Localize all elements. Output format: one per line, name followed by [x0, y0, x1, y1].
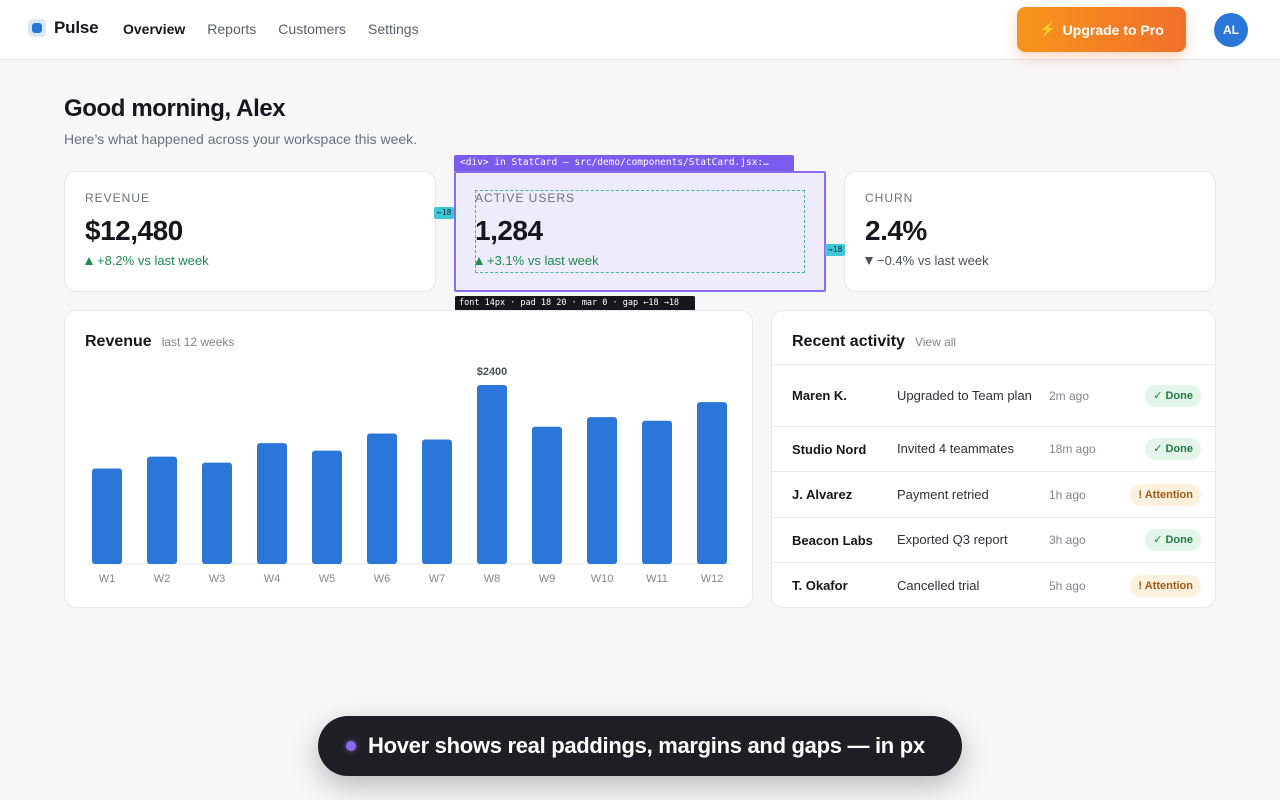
bar-data-label: $2400 [477, 366, 508, 378]
chart-bar-w9[interactable] [532, 426, 562, 564]
inspector-gap-right: →18 [825, 244, 846, 256]
x-tick-label: W11 [646, 573, 668, 585]
activity-name: Beacon Labs [792, 532, 873, 548]
stat-card-churn[interactable]: CHURN 2.4% −0.4% vs last week [844, 171, 1216, 292]
chart-bar-w3[interactable] [202, 462, 232, 564]
chart-bar-w10[interactable] [587, 417, 617, 564]
x-tick-label: W2 [154, 573, 171, 585]
chart-bar-w7[interactable] [422, 439, 452, 564]
upgrade-to-pro-button[interactable]: ⚡ Upgrade to Pro [1017, 7, 1186, 52]
chart-bar-w2[interactable] [147, 456, 177, 564]
inspector-element-tag: <div> in StatCard — src/demo/components/… [454, 155, 794, 171]
activity-name: T. Okafor [792, 578, 848, 593]
activity-name: Studio Nord [792, 441, 867, 457]
chart-bar-w4[interactable] [257, 443, 287, 564]
user-avatar[interactable]: AL [1214, 13, 1248, 47]
chart-bar-w5[interactable] [312, 450, 342, 564]
x-tick-label: W1 [99, 573, 116, 585]
activity-time: 18m ago [1049, 442, 1096, 456]
recent-activity-panel: Recent activity View all Maren K. Upgrad… [771, 310, 1216, 608]
activity-time: 5h ago [1049, 578, 1086, 593]
main-nav: Overview Reports Customers Settings [123, 21, 419, 37]
stat-delta-text: +8.2% vs last week [97, 253, 209, 268]
page-subtitle: Here’s what happened across your workspa… [64, 131, 418, 147]
x-tick-label: W10 [591, 573, 614, 585]
stat-delta: +3.1% vs last week [475, 253, 805, 268]
activity-title: Recent activity [792, 333, 905, 350]
inspector-gap-left: ←18 [434, 207, 455, 219]
x-tick-label: W6 [374, 573, 391, 585]
status-badge: ✓ Done [1145, 438, 1201, 460]
activity-name: J. Alvarez [792, 487, 853, 502]
chart-bar-w1[interactable] [92, 468, 122, 564]
activity-description: Cancelled trial [897, 577, 980, 593]
status-badge: ! Attention [1130, 574, 1201, 597]
stat-delta-text: −0.4% vs last week [877, 253, 989, 268]
chart-bar-w6[interactable] [367, 433, 397, 564]
lightning-icon: ⚡ [1039, 21, 1057, 37]
stat-delta: +8.2% vs last week [85, 253, 415, 268]
stat-label: ACTIVE USERS [475, 191, 576, 205]
page-title: Good morning, Alex [64, 95, 286, 122]
trend-up-icon [85, 256, 93, 265]
stat-value: 1,284 [475, 215, 543, 246]
activity-description: Payment retried [897, 486, 989, 502]
nav-link-customers[interactable]: Customers [278, 21, 346, 37]
activity-row[interactable]: T. Okafor Cancelled trial 5h ago ! Atten… [772, 563, 1215, 607]
status-badge: ✓ Done [1145, 384, 1201, 407]
inspector-metrics: font 14px · pad 18 20 · mar 0 · gap ←18 … [455, 296, 695, 311]
stat-label: REVENUE [85, 191, 151, 205]
revenue-bar-chart: W1 W2 W3 W4 W5 W6 W7 W8 $2400 W9 W10 W11 W12 [87, 366, 733, 585]
chart-bar-w12[interactable] [697, 402, 727, 564]
x-tick-label: W9 [539, 573, 556, 585]
stat-value: 2.4% [865, 215, 927, 246]
stat-value: $12,480 [85, 215, 183, 246]
status-badge: ✓ Done [1145, 529, 1201, 551]
activity-name: Maren K. [792, 388, 847, 403]
stat-card-revenue[interactable]: REVENUE $12,480 +8.2% vs last week [64, 171, 436, 292]
brand[interactable]: Pulse [28, 18, 99, 38]
activity-row[interactable]: J. Alvarez Payment retried 1h ago ! Atte… [772, 472, 1215, 518]
activity-time: 2m ago [1049, 388, 1090, 403]
upgrade-label: Upgrade to Pro [1062, 21, 1164, 38]
activity-description: Upgraded to Team plan [897, 387, 1032, 403]
activity-row[interactable]: Beacon Labs Exported Q3 report 3h ago ✓ … [772, 518, 1215, 563]
stat-card-active-users[interactable]: ACTIVE USERS 1,284 +3.1% vs last week [454, 171, 826, 292]
activity-description: Exported Q3 report [897, 532, 1008, 547]
activity-time: 3h ago [1049, 533, 1086, 547]
stat-delta-text: +3.1% vs last week [487, 253, 599, 268]
trend-up-icon [475, 256, 483, 265]
status-badge: ! Attention [1130, 483, 1201, 506]
x-tick-label: W4 [264, 573, 281, 585]
activity-row[interactable]: Studio Nord Invited 4 teammates 18m ago … [772, 427, 1215, 472]
x-tick-label: W5 [319, 573, 336, 585]
revenue-chart-panel: Revenue last 12 weeks W1 W2 W3 W4 W5 W6 W7 W8 $2… [64, 310, 753, 608]
activity-description: Invited 4 teammates [897, 441, 1015, 456]
nav-link-reports[interactable]: Reports [207, 21, 256, 37]
nav-link-overview[interactable]: Overview [123, 21, 185, 37]
activity-time: 1h ago [1049, 487, 1086, 502]
stat-label: CHURN [865, 191, 914, 205]
top-nav-bar: Pulse Overview Reports Customers Setting… [0, 0, 1280, 60]
x-tick-label: W8 [484, 573, 501, 585]
chart-bar-w8[interactable] [477, 385, 507, 564]
pulse-logo-icon [28, 19, 46, 37]
x-tick-label: W7 [429, 573, 446, 585]
chart-bar-w11[interactable] [642, 420, 672, 564]
toast-text: Hover shows real paddings, margins and g… [368, 733, 925, 758]
stat-delta: −0.4% vs last week [865, 253, 1195, 268]
hint-toast: Hover shows real paddings, margins and g… [318, 716, 962, 776]
x-tick-label: W12 [701, 573, 724, 585]
brand-name: Pulse [54, 18, 99, 37]
activity-row[interactable]: Maren K. Upgraded to Team plan 2m ago ✓ … [772, 365, 1215, 427]
trend-down-icon [865, 256, 873, 265]
x-tick-label: W3 [209, 573, 226, 585]
nav-link-settings[interactable]: Settings [368, 21, 419, 37]
view-all-link[interactable]: View all [915, 335, 956, 349]
status-dot-icon [346, 741, 356, 751]
activity-header: Recent activity View all [792, 333, 956, 351]
